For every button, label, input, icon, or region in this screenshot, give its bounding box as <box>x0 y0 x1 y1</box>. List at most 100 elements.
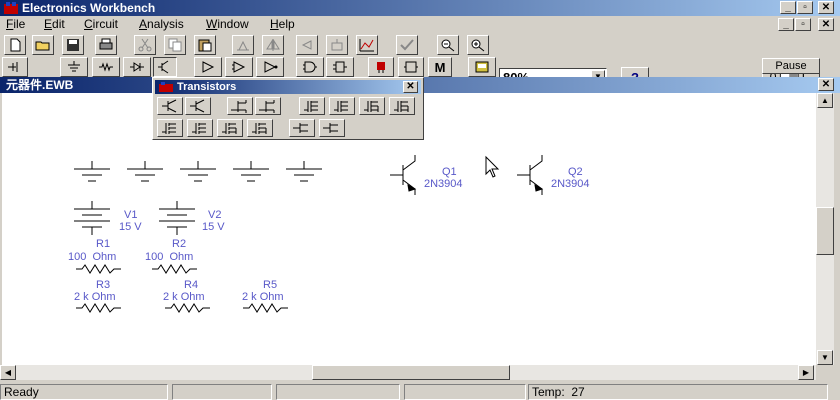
r1-label: R1 <box>96 238 111 250</box>
close-button[interactable]: ✕ <box>818 1 834 14</box>
status-pane-4 <box>404 384 526 400</box>
controls-bin-icon[interactable] <box>398 57 424 77</box>
favorites-bin-icon[interactable] <box>2 57 28 77</box>
logic-gates-bin-icon[interactable] <box>296 57 324 77</box>
zoom-in-icon[interactable] <box>467 35 489 55</box>
transistor-q1[interactable] <box>390 155 417 195</box>
basic-bin-icon[interactable] <box>92 57 120 77</box>
transistor-q2[interactable] <box>517 155 544 195</box>
ground-symbol-2[interactable] <box>127 161 163 182</box>
p-gaasfet-icon[interactable] <box>319 119 345 137</box>
sources-bin-icon[interactable] <box>60 57 88 77</box>
temperature-status: Temp: 27 <box>528 384 828 400</box>
zoom-out-icon[interactable] <box>437 35 459 55</box>
rotate-icon[interactable] <box>232 35 254 55</box>
menu-bar: File Edit Circuit Analysis Window Help _… <box>0 16 840 33</box>
n-gaasfet-icon[interactable] <box>289 119 315 137</box>
p-mosfet-4t-enhancement-icon[interactable] <box>247 119 273 137</box>
battery-v1[interactable] <box>74 201 110 235</box>
palette-title: Transistors <box>177 81 237 93</box>
n-jfet-icon[interactable] <box>227 97 253 115</box>
r4-value: 2 k Ohm <box>163 291 205 303</box>
analog-ic-bin-icon[interactable] <box>194 57 222 77</box>
r1-value: 100 Ohm <box>68 251 117 263</box>
open-folder-icon[interactable] <box>32 35 54 55</box>
resistor-r5[interactable] <box>243 303 288 313</box>
parts-bin-toolbar: M Pause <box>0 57 820 77</box>
copy-icon[interactable] <box>164 35 186 55</box>
palette-app-icon <box>159 82 173 92</box>
scroll-right-icon[interactable]: ▶ <box>798 365 814 380</box>
menu-analysis[interactable]: Analysis <box>139 17 184 32</box>
doc-close-button[interactable]: ✕ <box>818 18 834 31</box>
r5-value: 2 k Ohm <box>242 291 284 303</box>
ground-symbol-3[interactable] <box>180 161 216 182</box>
paste-icon[interactable] <box>194 35 216 55</box>
digital-bin-icon[interactable] <box>326 57 354 77</box>
menu-file[interactable]: File <box>6 17 25 32</box>
component-properties-icon[interactable] <box>396 35 418 55</box>
indicators-bin-icon[interactable] <box>368 57 394 77</box>
app-icon <box>4 2 18 14</box>
n-mosfet-3t-enhancement-icon[interactable] <box>157 119 183 137</box>
app-title-bar: Electronics Workbench _ ▫ ✕ <box>0 0 840 16</box>
horizontal-scroll-thumb[interactable] <box>312 365 510 380</box>
q2-model: 2N3904 <box>551 178 590 190</box>
instruments-bin-icon[interactable] <box>468 57 496 77</box>
pause-button[interactable]: Pause <box>762 58 820 74</box>
document-close-button[interactable]: ✕ <box>818 78 834 91</box>
cut-icon[interactable] <box>134 35 156 55</box>
menu-edit[interactable]: Edit <box>44 17 65 32</box>
transistors-bin-icon[interactable] <box>153 57 177 77</box>
p-mosfet-4t-depletion-icon[interactable] <box>389 97 415 115</box>
doc-minimize-button[interactable]: _ <box>778 18 794 31</box>
miscellaneous-bin-icon[interactable]: M <box>428 57 452 77</box>
resistor-r2[interactable] <box>152 264 197 274</box>
n-mosfet-4t-depletion-icon[interactable] <box>359 97 385 115</box>
ground-symbol-1[interactable] <box>74 161 110 182</box>
palette-title-bar[interactable]: Transistors ✕ <box>155 80 421 94</box>
graph-icon[interactable] <box>356 35 378 55</box>
subcircuit-icon[interactable] <box>326 35 348 55</box>
p-mosfet-3t-enhancement-icon[interactable] <box>187 119 213 137</box>
battery-v2[interactable] <box>159 201 195 235</box>
flip-horizontal-icon[interactable] <box>262 35 284 55</box>
print-icon[interactable] <box>95 35 117 55</box>
q1-label: Q1 <box>442 166 457 178</box>
r3-value: 2 k Ohm <box>74 291 116 303</box>
ground-symbol-4[interactable] <box>233 161 269 182</box>
r5-label: R5 <box>263 279 278 291</box>
pnp-bjt-icon[interactable] <box>185 97 211 115</box>
p-mosfet-3t-depletion-icon[interactable] <box>329 97 355 115</box>
save-icon[interactable] <box>62 35 84 55</box>
menu-window[interactable]: Window <box>206 17 249 32</box>
flip-vertical-icon[interactable] <box>296 35 318 55</box>
r2-label: R2 <box>172 238 187 250</box>
mixed-ic-bin-icon[interactable] <box>225 57 253 77</box>
resistor-r1[interactable] <box>76 264 121 274</box>
doc-restore-button[interactable]: ▫ <box>795 18 811 31</box>
n-mosfet-3t-depletion-icon[interactable] <box>299 97 325 115</box>
npn-bjt-icon[interactable] <box>157 97 183 115</box>
resistor-r4[interactable] <box>165 303 210 313</box>
v2-value: 15 V <box>202 221 225 233</box>
menu-help[interactable]: Help <box>270 17 295 32</box>
minimize-button[interactable]: _ <box>780 1 796 14</box>
restore-button[interactable]: ▫ <box>797 1 813 14</box>
new-file-icon[interactable] <box>4 35 26 55</box>
r2-value: 100 Ohm <box>145 251 194 263</box>
scroll-up-icon[interactable]: ▲ <box>817 93 833 108</box>
menu-circuit[interactable]: Circuit <box>84 17 118 32</box>
scroll-down-icon[interactable]: ▼ <box>817 350 833 365</box>
main-toolbar: 80% ▼ ? 0I <box>0 33 840 87</box>
transistors-palette[interactable]: Transistors ✕ <box>152 77 424 140</box>
ground-symbol-5[interactable] <box>286 161 322 182</box>
diodes-bin-icon[interactable] <box>123 57 151 77</box>
digital-ic-bin-icon[interactable] <box>256 57 284 77</box>
p-jfet-icon[interactable] <box>255 97 281 115</box>
resistor-r3[interactable] <box>76 303 121 313</box>
n-mosfet-4t-enhancement-icon[interactable] <box>217 119 243 137</box>
vertical-scroll-thumb[interactable] <box>816 207 834 255</box>
scroll-left-icon[interactable]: ◀ <box>0 365 16 380</box>
palette-close-button[interactable]: ✕ <box>403 81 418 93</box>
